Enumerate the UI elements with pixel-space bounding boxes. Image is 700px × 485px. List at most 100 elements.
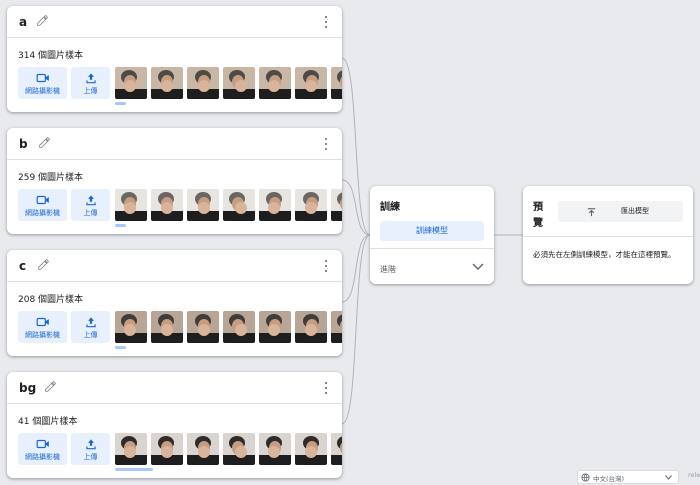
sample-photo — [187, 189, 219, 221]
thumbnail-scrollbar[interactable] — [115, 346, 126, 349]
language-label: 中文(台灣) — [593, 475, 625, 483]
sample-photo — [223, 67, 255, 99]
chevron-down-icon — [665, 475, 672, 480]
pencil-icon[interactable] — [36, 14, 49, 27]
videocam-icon — [36, 439, 49, 449]
sample-photo — [151, 67, 183, 99]
more-vert-icon[interactable] — [324, 382, 328, 394]
sample-thumbnail[interactable] — [331, 311, 342, 343]
sample-photo — [115, 67, 147, 99]
sample-photo — [115, 311, 147, 343]
sample-photo — [331, 433, 342, 465]
upload-button[interactable]: 上傳 — [71, 67, 110, 99]
more-vert-icon[interactable] — [324, 138, 328, 150]
export-icon — [587, 208, 596, 217]
thumbnail-scrollbar[interactable] — [115, 224, 126, 227]
videocam-icon — [36, 73, 49, 83]
sample-thumbnail[interactable] — [151, 433, 183, 465]
upload-icon — [85, 195, 96, 206]
sample-count: 314 個圖片樣本 — [18, 51, 84, 61]
class-name[interactable]: b — [19, 137, 28, 151]
class-card-header: b — [7, 128, 342, 160]
webcam-label: 網路攝影機 — [25, 209, 60, 217]
webcam-label: 網路攝影機 — [25, 331, 60, 339]
sample-photo — [115, 189, 147, 221]
sample-photo — [223, 433, 255, 465]
sample-thumbnail[interactable] — [295, 311, 327, 343]
class-card-header: a — [7, 6, 342, 38]
sample-thumbnail[interactable] — [115, 433, 147, 465]
preview-message: 必須先在左側訓練模型，才能在這裡預覽。 — [533, 250, 676, 259]
sample-thumbnail[interactable] — [295, 189, 327, 221]
upload-button[interactable]: 上傳 — [71, 189, 110, 221]
sample-photo — [295, 67, 327, 99]
sample-thumbnails[interactable] — [115, 433, 342, 465]
webcam-button[interactable]: 網路攝影機 — [18, 189, 67, 221]
sample-count: 259 個圖片樣本 — [18, 173, 84, 183]
train-model-button[interactable]: 訓練模型 — [380, 221, 484, 241]
sample-thumbnail[interactable] — [331, 433, 342, 465]
sample-photo — [295, 189, 327, 221]
sample-thumbnail[interactable] — [259, 311, 291, 343]
advanced-toggle[interactable]: 進階 — [380, 264, 396, 275]
sample-thumbnail[interactable] — [187, 433, 219, 465]
preview-title: 預覽 — [533, 202, 543, 229]
upload-icon — [85, 73, 96, 84]
sample-photo — [187, 311, 219, 343]
upload-button[interactable]: 上傳 — [71, 433, 110, 465]
sample-thumbnails[interactable] — [115, 189, 342, 221]
upload-label: 上傳 — [83, 209, 98, 217]
export-model-button[interactable]: 匯出模型 — [558, 201, 683, 222]
chevron-down-icon[interactable] — [472, 263, 484, 271]
sample-photo — [187, 433, 219, 465]
sample-thumbnail[interactable] — [259, 189, 291, 221]
upload-icon — [85, 439, 96, 450]
class-card-bg: bg 41 個圖片樣本 網路攝影機 上傳 — [7, 372, 342, 478]
sample-thumbnails[interactable] — [115, 311, 342, 343]
upload-button[interactable]: 上傳 — [71, 311, 110, 343]
sample-thumbnail[interactable] — [259, 67, 291, 99]
more-vert-icon[interactable] — [324, 260, 328, 272]
sample-thumbnail[interactable] — [223, 189, 255, 221]
training-title: 訓練 — [380, 202, 400, 213]
more-vert-icon[interactable] — [324, 16, 328, 28]
sample-thumbnail[interactable] — [187, 311, 219, 343]
thumbnail-scrollbar[interactable] — [115, 468, 153, 471]
sample-thumbnail[interactable] — [187, 67, 219, 99]
sample-thumbnail[interactable] — [115, 189, 147, 221]
sample-thumbnail[interactable] — [295, 67, 327, 99]
class-name[interactable]: a — [19, 15, 27, 29]
upload-label: 上傳 — [83, 87, 98, 95]
webcam-button[interactable]: 網路攝影機 — [18, 433, 67, 465]
pencil-icon[interactable] — [44, 380, 57, 393]
sample-photo — [223, 311, 255, 343]
language-select[interactable]: 中文(台灣) — [577, 470, 679, 484]
footer-link[interactable]: rele — [688, 471, 700, 479]
sample-thumbnail[interactable] — [151, 67, 183, 99]
sample-thumbnail[interactable] — [187, 189, 219, 221]
sample-photo — [331, 67, 342, 99]
class-name[interactable]: c — [19, 259, 26, 273]
sample-thumbnail[interactable] — [259, 433, 291, 465]
sample-thumbnail[interactable] — [115, 67, 147, 99]
sample-thumbnail[interactable] — [151, 189, 183, 221]
sample-thumbnail[interactable] — [331, 67, 342, 99]
sample-thumbnail[interactable] — [295, 433, 327, 465]
sample-thumbnail[interactable] — [223, 311, 255, 343]
pencil-icon[interactable] — [38, 136, 51, 149]
sample-photo — [331, 189, 342, 221]
sample-photo — [151, 433, 183, 465]
webcam-button[interactable]: 網路攝影機 — [18, 311, 67, 343]
sample-thumbnails[interactable] — [115, 67, 342, 99]
sample-thumbnail[interactable] — [223, 67, 255, 99]
class-name[interactable]: bg — [19, 381, 36, 395]
sample-thumbnail[interactable] — [331, 189, 342, 221]
sample-thumbnail[interactable] — [223, 433, 255, 465]
pencil-icon[interactable] — [37, 258, 50, 271]
class-card-header: c — [7, 250, 342, 282]
thumbnail-scrollbar[interactable] — [115, 102, 126, 105]
sample-thumbnail[interactable] — [151, 311, 183, 343]
sample-thumbnail[interactable] — [115, 311, 147, 343]
preview-panel: 預覽 匯出模型 必須先在左側訓練模型，才能在這裡預覽。 — [523, 186, 693, 284]
webcam-button[interactable]: 網路攝影機 — [18, 67, 67, 99]
